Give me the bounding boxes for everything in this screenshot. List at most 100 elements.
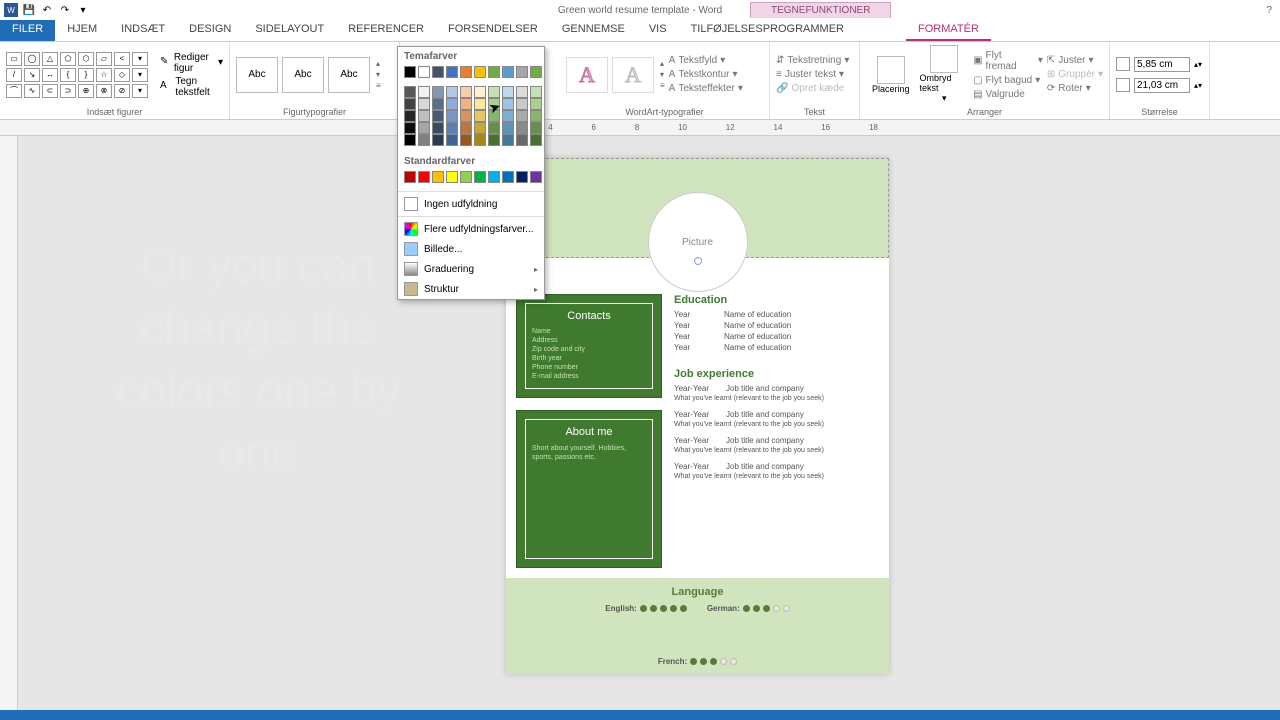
color-swatch[interactable] [446, 110, 458, 122]
color-swatch[interactable] [404, 110, 416, 122]
color-swatch[interactable] [418, 122, 430, 134]
color-swatch[interactable] [530, 171, 542, 183]
color-swatch[interactable] [516, 171, 528, 183]
color-swatch[interactable] [446, 66, 458, 78]
color-swatch[interactable] [516, 66, 528, 78]
no-fill-item[interactable]: Ingen udfyldning [398, 194, 544, 214]
tab-references[interactable]: REFERENCER [336, 20, 436, 41]
color-swatch[interactable] [516, 134, 528, 146]
text-effects-button[interactable]: A Teksteffekter ▾ [669, 83, 743, 94]
texture-fill-item[interactable]: Struktur [398, 279, 544, 299]
color-swatch[interactable] [446, 122, 458, 134]
align-button[interactable]: ⇱ Juster ▾ [1047, 55, 1103, 66]
edit-shape-button[interactable]: ✎Rediger figur ▾ [160, 52, 223, 74]
selection-pane-button[interactable]: ▤ Valgrude [973, 89, 1043, 100]
color-swatch[interactable] [446, 134, 458, 146]
create-link-button[interactable]: 🔗 Opret kæde [776, 83, 849, 94]
color-swatch[interactable] [460, 110, 472, 122]
more-colors-item[interactable]: Flere udfyldningsfarver... [398, 219, 544, 239]
color-swatch[interactable] [432, 98, 444, 110]
redo-icon[interactable]: ↷ [58, 3, 72, 17]
color-swatch[interactable] [404, 86, 416, 98]
color-swatch[interactable] [446, 171, 458, 183]
vertical-ruler[interactable] [0, 136, 18, 720]
color-swatch[interactable] [432, 171, 444, 183]
color-swatch[interactable] [474, 134, 486, 146]
color-swatch[interactable] [432, 122, 444, 134]
gallery-more-icon[interactable]: ▴▾≡ [660, 59, 665, 90]
picture-placeholder[interactable]: Picture [648, 192, 748, 292]
style-preview[interactable]: Abc [236, 57, 278, 93]
color-swatch[interactable] [502, 66, 514, 78]
color-swatch[interactable] [432, 110, 444, 122]
tab-addins[interactable]: TILFØJELSESPROGRAMMER [679, 20, 856, 41]
color-swatch[interactable] [460, 98, 472, 110]
color-swatch[interactable] [488, 171, 500, 183]
tab-file[interactable]: FILER [0, 20, 55, 41]
spinner-icon[interactable]: ▴▾ [1194, 60, 1202, 69]
tab-format[interactable]: FORMATÉR [906, 20, 991, 41]
color-swatch[interactable] [474, 86, 486, 98]
tab-view[interactable]: VIS [637, 20, 679, 41]
color-swatch[interactable] [404, 98, 416, 110]
wordart-gallery[interactable]: A A [566, 57, 654, 93]
color-swatch[interactable] [474, 110, 486, 122]
color-swatch[interactable] [404, 66, 416, 78]
color-swatch[interactable] [418, 171, 430, 183]
color-swatch[interactable] [460, 134, 472, 146]
tab-review[interactable]: GENNEMSE [550, 20, 637, 41]
color-swatch[interactable] [502, 98, 514, 110]
color-swatch[interactable] [418, 134, 430, 146]
color-swatch[interactable] [460, 66, 472, 78]
color-swatch[interactable] [502, 171, 514, 183]
gallery-more-icon[interactable]: ▴▾≡ [376, 59, 381, 90]
color-swatch[interactable] [432, 66, 444, 78]
color-swatch[interactable] [530, 134, 542, 146]
color-swatch[interactable] [418, 86, 430, 98]
width-input[interactable] [1134, 78, 1190, 93]
color-swatch[interactable] [474, 98, 486, 110]
align-text-button[interactable]: ≡ Juster tekst ▾ [776, 69, 849, 80]
spinner-icon[interactable]: ▴▾ [1194, 81, 1202, 90]
style-preview[interactable]: Abc [328, 57, 370, 93]
position-button[interactable]: Placering [866, 56, 916, 94]
color-swatch[interactable] [432, 86, 444, 98]
color-swatch[interactable] [530, 66, 542, 78]
color-swatch[interactable] [502, 86, 514, 98]
color-swatch[interactable] [530, 98, 542, 110]
color-swatch[interactable] [404, 122, 416, 134]
color-swatch[interactable] [488, 122, 500, 134]
tab-pagelayout[interactable]: SIDELAYOUT [243, 20, 336, 41]
tab-design[interactable]: DESIGN [177, 20, 243, 41]
color-swatch[interactable] [488, 86, 500, 98]
color-swatch[interactable] [460, 171, 472, 183]
save-icon[interactable]: 💾 [22, 3, 36, 17]
group-button[interactable]: ⊞ Gruppér ▾ [1047, 69, 1103, 80]
shape-style-gallery[interactable]: Abc Abc Abc [236, 57, 370, 93]
tab-mailings[interactable]: FORSENDELSER [436, 20, 550, 41]
wordart-preview[interactable]: A [566, 57, 608, 93]
color-swatch[interactable] [502, 122, 514, 134]
wordart-preview[interactable]: A [612, 57, 654, 93]
color-swatch[interactable] [460, 122, 472, 134]
color-swatch[interactable] [418, 66, 430, 78]
color-swatch[interactable] [502, 134, 514, 146]
qat-more-icon[interactable]: ▾ [76, 3, 90, 17]
color-swatch[interactable] [418, 110, 430, 122]
text-direction-button[interactable]: ⇵ Tekstretning ▾ [776, 55, 849, 66]
picture-fill-item[interactable]: Billede... [398, 239, 544, 259]
tab-insert[interactable]: INDSÆT [109, 20, 177, 41]
color-swatch[interactable] [446, 98, 458, 110]
color-swatch[interactable] [474, 171, 486, 183]
undo-icon[interactable]: ↶ [40, 3, 54, 17]
color-swatch[interactable] [404, 171, 416, 183]
color-swatch[interactable] [474, 122, 486, 134]
color-swatch[interactable] [460, 86, 472, 98]
color-swatch[interactable] [432, 134, 444, 146]
height-input[interactable] [1134, 57, 1190, 72]
color-swatch[interactable] [418, 98, 430, 110]
color-swatch[interactable] [530, 86, 542, 98]
about-box[interactable]: About me Short about yourself. Hobbies, … [516, 410, 662, 568]
color-swatch[interactable] [516, 122, 528, 134]
color-swatch[interactable] [474, 66, 486, 78]
